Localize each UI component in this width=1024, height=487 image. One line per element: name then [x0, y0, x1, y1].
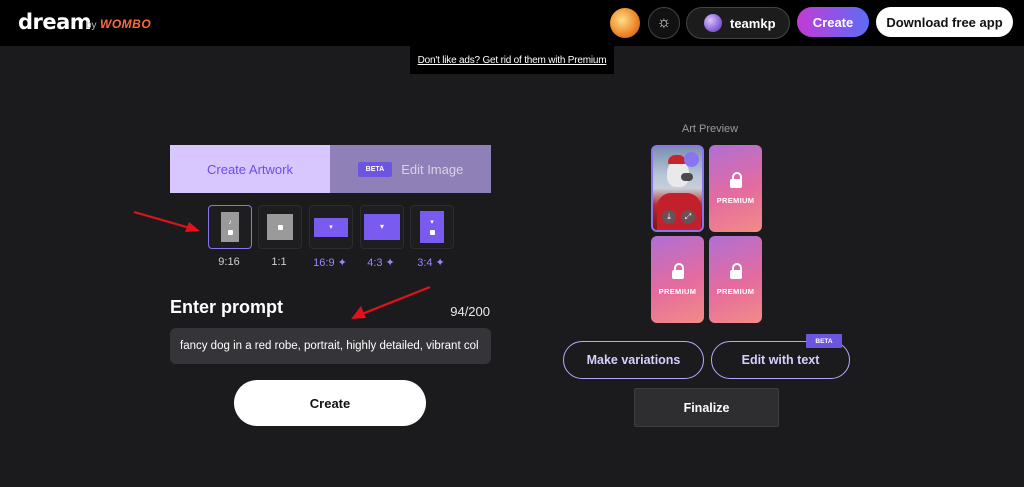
- arrow-to-prompt: [351, 285, 431, 319]
- arrow-to-9-16: [133, 210, 200, 232]
- annotation-arrows: [133, 210, 431, 319]
